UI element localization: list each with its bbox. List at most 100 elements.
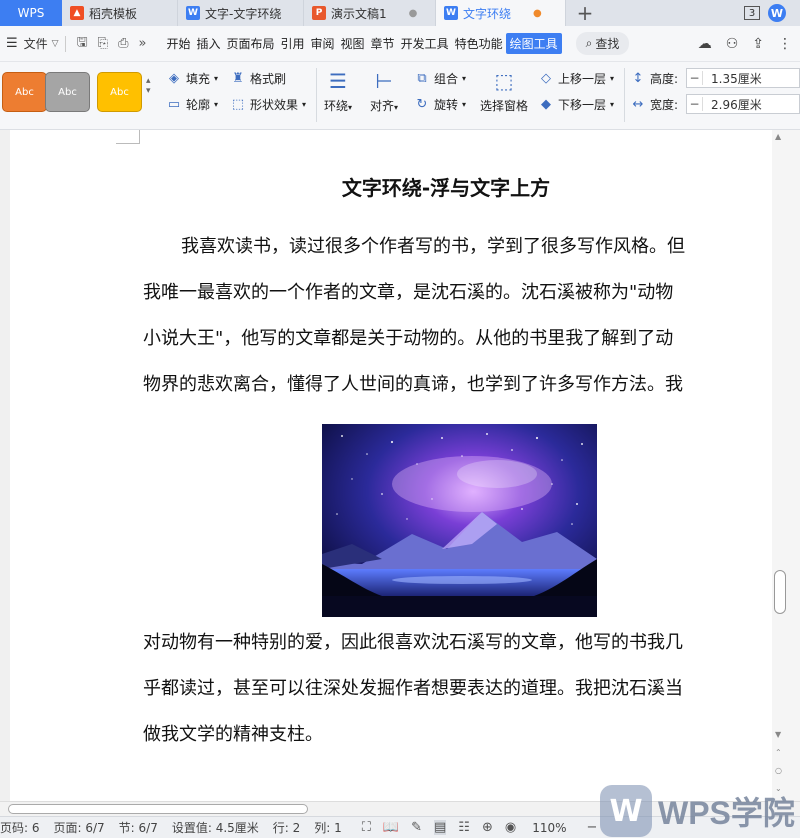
text-line: 物界的悲欢离合，懂得了人世间的真谛，也学到了许多写作方法。我	[143, 374, 683, 395]
menu-features[interactable]: 特色功能	[452, 35, 506, 52]
print-icon[interactable]: ⎙	[118, 36, 128, 51]
paragraph-after-image: 对动物有一种特别的爱，因此很喜欢沈石溪写的文章，他写的书我几 乎都读过，甚至可以…	[143, 620, 753, 758]
scroll-up-icon[interactable]: ▲	[775, 132, 781, 141]
cloud-icon[interactable]: ☁	[698, 36, 712, 52]
send-backward-icon: ◆	[541, 96, 551, 112]
fill-bucket-icon: ◈	[169, 70, 179, 86]
height-decrement-button[interactable]: −	[687, 71, 703, 85]
galaxy-painting	[322, 424, 597, 617]
send-backward-label: 下移一层	[558, 98, 607, 112]
tab-text-wrap[interactable]: W 文字环绕 ●	[436, 0, 566, 26]
share-icon[interactable]: ⇪	[752, 36, 764, 52]
search-icon: ⌕	[585, 36, 593, 50]
menu-view[interactable]: 视图	[338, 35, 368, 52]
page-corner-mark	[116, 130, 140, 144]
window-count-badge[interactable]: 3	[744, 6, 760, 20]
tab-writer-wrap-doc[interactable]: W 文字-文字环绕	[178, 0, 304, 26]
align-icon: ⊢	[375, 69, 393, 93]
text-line: 做我文学的精神支柱。	[143, 724, 323, 745]
format-painter-button[interactable]: ♜ 格式刷	[230, 70, 286, 87]
tab-presentation[interactable]: P 演示文稿1 ●	[304, 0, 436, 26]
document-area: 文字环绕-浮与文字上方 我喜欢读书，读过很多个作者写的书，学到了很多写作风格。但…	[0, 130, 800, 816]
chevron-down-icon: ▾	[214, 74, 219, 83]
align-button[interactable]: ⊢ 对齐▾	[370, 68, 398, 114]
document-page[interactable]: 文字环绕-浮与文字上方 我喜欢读书，读过很多个作者写的书，学到了很多写作风格。但…	[10, 130, 772, 816]
hamburger-menu-icon[interactable]: ☰	[6, 36, 18, 51]
menu-developer[interactable]: 开发工具	[398, 35, 452, 52]
menu-insert[interactable]: 插入	[193, 35, 223, 52]
menu-chapter[interactable]: 章节	[368, 35, 398, 52]
shape-effect-label: 形状效果	[250, 98, 299, 112]
shape-effect-button[interactable]: ⬚ 形状效果 ▾	[230, 96, 306, 113]
scroll-down-icon[interactable]: ▼	[775, 730, 781, 739]
vertical-scroll-thumb[interactable]	[774, 570, 786, 614]
save-icon[interactable]: 🖫	[77, 33, 88, 55]
menu-references[interactable]: 引用	[278, 35, 308, 52]
menu-page-layout[interactable]: 页面布局	[223, 35, 277, 52]
format-painter-label: 格式刷	[250, 72, 287, 86]
outline-button[interactable]: ▭ 轮廓 ▾	[166, 96, 218, 113]
fill-button[interactable]: ◈ 填充 ▾	[166, 70, 218, 87]
ribbon-drawing-tools: Abc Abc Abc ▴ ▾ ◈ 填充 ▾ ♜ 格式刷 ▭ 轮廓 ▾ ⬚ 形状效…	[0, 62, 800, 130]
wps-home-tab[interactable]: WPS	[0, 0, 62, 26]
watermark-text: WPS学院	[658, 795, 795, 831]
tab-label: 文字环绕	[463, 6, 512, 21]
export-icon[interactable]: ⎘	[98, 36, 108, 51]
menu-drawing-tools[interactable]: 绘图工具	[505, 33, 562, 54]
vertical-scrollbar[interactable]: ▲ ▼ ⌃ ○ ⌄	[772, 130, 800, 816]
chevron-down-icon: ▾	[214, 100, 219, 109]
search-box[interactable]: ⌕ 查找	[575, 32, 630, 55]
menu-home[interactable]: 开始	[163, 35, 193, 52]
chevron-down-icon: ▾	[302, 100, 307, 109]
fit-screen-icon[interactable]: ⛶	[362, 820, 371, 835]
chevron-down-icon: ▾	[610, 100, 615, 109]
selection-pane-label: 选择窗格	[480, 99, 529, 113]
selection-pane-button[interactable]: ⬚ 选择窗格	[480, 68, 528, 114]
shape-style-gold[interactable]: Abc	[97, 72, 142, 112]
divider	[64, 35, 66, 52]
group-icon: ⧉	[417, 70, 427, 86]
zoom-out-icon[interactable]: −	[587, 820, 598, 835]
bring-forward-button[interactable]: ◇ 上移一层 ▾	[538, 70, 614, 87]
shape-style-gray[interactable]: Abc	[45, 72, 90, 112]
eye-protection-icon[interactable]: ◉	[505, 820, 516, 835]
file-menu[interactable]: 文件	[24, 35, 48, 52]
select-browse-icon[interactable]: ○	[775, 766, 782, 775]
page-view-icon[interactable]: ▤	[434, 820, 447, 835]
shape-style-orange[interactable]: Abc	[2, 72, 47, 112]
starry-mountain-image[interactable]	[322, 424, 597, 617]
group-button[interactable]: ⧉ 组合 ▾	[414, 70, 466, 87]
presentation-icon: P	[312, 6, 326, 20]
divider	[624, 68, 625, 122]
outline-icon: ▭	[167, 96, 181, 112]
more-options-icon[interactable]: ⋮	[778, 36, 792, 52]
tab-label: 演示文稿1	[331, 6, 387, 21]
collaborate-icon[interactable]: ⚇	[726, 36, 739, 52]
new-tab-button[interactable]: +	[566, 0, 604, 26]
wrap-button[interactable]: ☰ 环绕▾	[324, 68, 352, 114]
menu-review[interactable]: 审阅	[308, 35, 338, 52]
status-col: 列: 1	[314, 821, 342, 835]
horizontal-scroll-thumb[interactable]	[8, 804, 308, 814]
height-value[interactable]: 1.35厘米	[703, 70, 799, 87]
status-page[interactable]: 页面: 6/7	[54, 819, 105, 836]
width-field[interactable]: − 2.96厘米	[686, 94, 800, 114]
width-decrement-button[interactable]: −	[687, 97, 703, 111]
rotate-button[interactable]: ↻ 旋转 ▾	[414, 96, 466, 113]
chevron-down-icon: ▾	[462, 100, 467, 109]
chevron-down-icon[interactable]: ▽	[52, 39, 59, 49]
wps-account-icon[interactable]: W	[768, 4, 786, 22]
height-field[interactable]: − 1.35厘米	[686, 68, 800, 88]
more-chevron-icon[interactable]: »	[138, 36, 146, 51]
width-value[interactable]: 2.96厘米	[703, 96, 799, 113]
outline-view-icon[interactable]: ☷	[458, 820, 470, 835]
tab-daoke-template[interactable]: ▲ 稻壳模板	[62, 0, 178, 26]
read-mode-icon[interactable]: 📖	[383, 820, 399, 835]
send-backward-button[interactable]: ◆ 下移一层 ▾	[538, 96, 614, 113]
prev-page-icon[interactable]: ⌃	[775, 748, 782, 757]
style-gallery-expand-icon[interactable]: ▴ ▾	[146, 76, 151, 96]
web-view-icon[interactable]: ⊕	[482, 820, 493, 835]
status-page-code: 页码: 6	[0, 821, 40, 835]
zoom-level[interactable]: 110%	[532, 821, 566, 835]
edit-mode-icon[interactable]: ✎	[411, 820, 422, 835]
